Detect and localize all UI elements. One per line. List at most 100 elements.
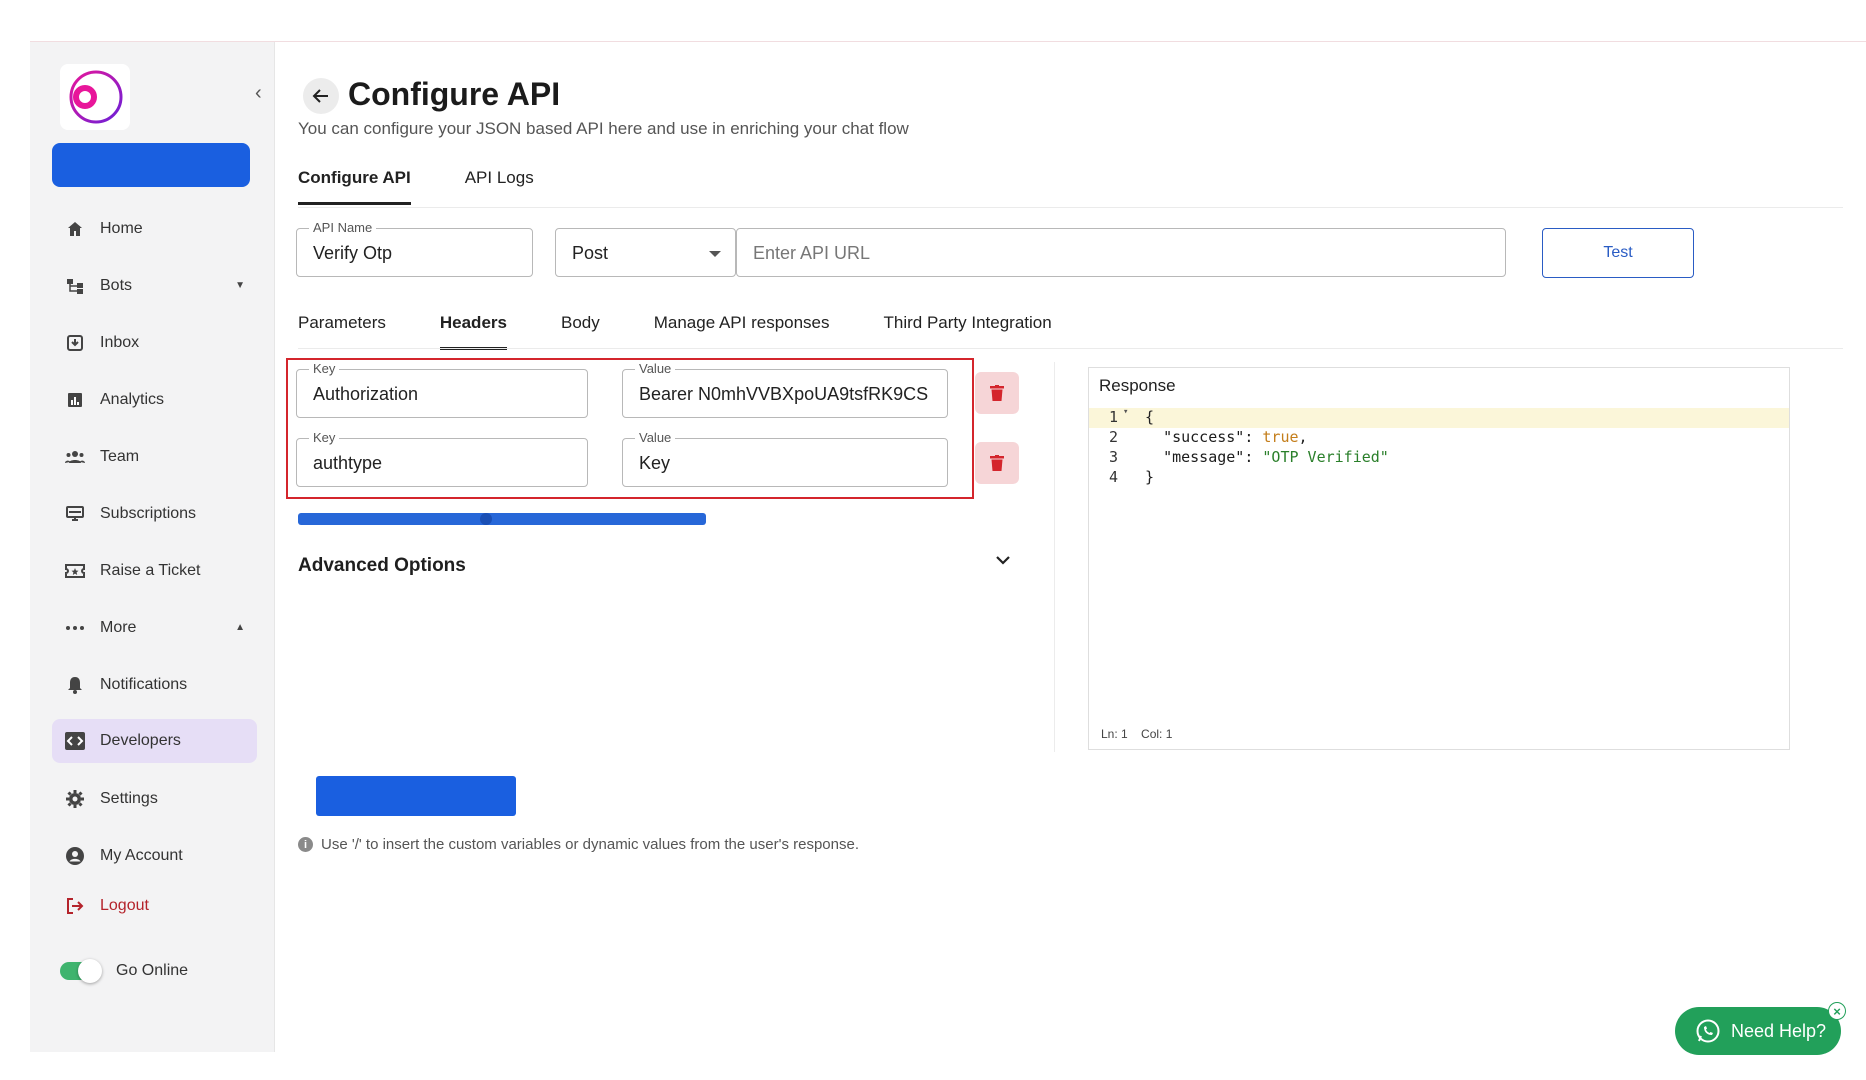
sidebar-item-notifications[interactable]: Notifications	[52, 656, 257, 713]
go-online-toggle[interactable]	[60, 959, 102, 983]
sidebar-item-analytics[interactable]: Analytics	[52, 371, 257, 428]
tab-configure-api[interactable]: Configure API	[298, 168, 411, 205]
tab-headers[interactable]: Headers	[439, 313, 507, 350]
code-text: }	[1145, 468, 1155, 486]
header-key-input[interactable]: Key Authorization	[296, 361, 588, 418]
sidebar-item-label: Team	[100, 447, 140, 465]
code-line: 3 "message": "OTP Verified"	[1089, 448, 1789, 468]
collapse-sidebar-icon[interactable]: ‹	[255, 82, 262, 105]
request-tabs: Parameters Headers Body Manage API respo…	[298, 313, 1052, 350]
app-logo[interactable]	[60, 64, 130, 130]
sidebar-item-label: Subscriptions	[100, 504, 197, 522]
chevron-down-icon[interactable]	[994, 553, 1012, 571]
panel-divider	[1054, 362, 1055, 752]
header-value-value: Key	[639, 453, 671, 473]
sidebar-item-label: Logout	[100, 897, 149, 914]
code-line: 1 ▾ {	[1089, 407, 1789, 428]
home-icon	[64, 218, 86, 240]
code-text: "message": "OTP Verified"	[1163, 448, 1389, 466]
inbox-icon	[64, 332, 86, 354]
code-icon	[64, 730, 86, 752]
sidebar-item-logout[interactable]: Logout	[52, 884, 257, 928]
sidebar-item-bots[interactable]: Bots ▼	[52, 257, 257, 314]
code-line: 2 "success": true,	[1089, 428, 1789, 448]
delete-header-button[interactable]	[975, 372, 1019, 414]
response-panel: Response 1 ▾ { 2 "success": true, 3 "mes…	[1088, 367, 1790, 750]
bell-icon	[64, 674, 86, 696]
logout-icon	[64, 895, 86, 917]
sidebar-item-my-account[interactable]: My Account	[52, 827, 257, 884]
sidebar-item-developers[interactable]: Developers	[52, 719, 257, 763]
header-value-input[interactable]: Value Bearer N0mhVVBXpoUA9tsfRK9CS	[622, 361, 948, 418]
whatsapp-icon	[1696, 1019, 1720, 1043]
workspace-button[interactable]	[52, 143, 250, 187]
tab-third-party-integration[interactable]: Third Party Integration	[884, 313, 1052, 350]
code-line: 4 }	[1089, 468, 1789, 488]
delete-header-button[interactable]	[975, 442, 1019, 484]
fold-arrow-icon[interactable]: ▾	[1123, 407, 1128, 417]
bots-icon	[64, 275, 86, 297]
sidebar-item-label: Settings	[100, 789, 158, 807]
horizontal-scrollbar[interactable]	[298, 513, 706, 525]
sidebar-item-settings[interactable]: Settings	[52, 770, 257, 827]
header-value-value: Bearer N0mhVVBXpoUA9tsfRK9CS	[639, 384, 929, 404]
sidebar-item-label: Developers	[100, 732, 181, 749]
method-select[interactable]: Post	[555, 228, 736, 277]
api-name-value: Verify Otp	[313, 243, 393, 263]
line-number: 4	[1109, 468, 1119, 486]
go-online-label: Go Online	[116, 962, 189, 979]
tabs-divider	[298, 207, 1843, 208]
tab-body[interactable]: Body	[561, 313, 600, 350]
line-number: 3	[1109, 448, 1119, 466]
sidebar-item-team[interactable]: Team	[52, 428, 257, 485]
code-text: "success": true,	[1163, 428, 1308, 446]
sidebar-item-label: Analytics	[100, 390, 165, 408]
api-url-input[interactable]: Enter API URL	[736, 228, 1506, 277]
analytics-icon	[64, 389, 86, 411]
sidebar-item-label: Home	[100, 219, 143, 237]
trash-icon	[990, 455, 1004, 471]
sidebar-item-home[interactable]: Home	[52, 200, 257, 257]
sidebar-item-label: Bots	[100, 276, 133, 294]
sidebar-item-more[interactable]: More ▲	[52, 599, 257, 656]
go-online-row: Go Online	[52, 959, 189, 983]
tab-parameters[interactable]: Parameters	[298, 313, 386, 350]
sidebar-item-label: My Account	[100, 846, 183, 864]
logo-icon	[69, 70, 123, 124]
cursor-status: Ln: 1 Col: 1	[1101, 727, 1172, 741]
more-icon	[64, 617, 86, 639]
main-tabs: Configure API API Logs	[298, 168, 534, 205]
need-help-label: Need Help?	[1731, 1020, 1827, 1041]
response-code-editor[interactable]: 1 ▾ { 2 "success": true, 3 "message": "O…	[1089, 407, 1789, 488]
team-icon	[64, 446, 86, 468]
value-label: Value	[635, 430, 676, 445]
header-key-value: authtype	[313, 453, 383, 473]
sidebar-item-subscriptions[interactable]: Subscriptions	[52, 485, 257, 542]
tab-manage-api-responses[interactable]: Manage API responses	[654, 313, 830, 350]
header-key-input[interactable]: Key authtype	[296, 430, 588, 487]
subscriptions-icon	[64, 503, 86, 525]
test-button[interactable]: Test	[1542, 228, 1694, 278]
response-title: Response	[1099, 376, 1176, 395]
save-button[interactable]	[316, 776, 516, 816]
sidebar-item-label: Raise a Ticket	[100, 561, 201, 579]
sidebar-item-label: Notifications	[100, 675, 188, 693]
dropdown-arrow-icon	[709, 251, 721, 257]
sidebar-item-raise-ticket[interactable]: Raise a Ticket	[52, 542, 257, 599]
api-name-field[interactable]: API Name Verify Otp	[296, 220, 533, 277]
status-line: Ln: 1	[1101, 727, 1128, 741]
header-value-input[interactable]: Value Key	[622, 430, 948, 487]
sidebar-item-label: More	[100, 618, 137, 636]
caret-down-icon: ▼	[235, 280, 245, 291]
advanced-options-toggle[interactable]: Advanced Options	[298, 555, 466, 577]
api-url-placeholder: Enter API URL	[753, 243, 871, 263]
json-value: true	[1262, 428, 1299, 446]
sidebar-item-inbox[interactable]: Inbox	[52, 314, 257, 371]
tab-api-logs[interactable]: API Logs	[465, 168, 534, 205]
close-help-icon[interactable]: ×	[1828, 1002, 1846, 1020]
ticket-icon	[64, 560, 86, 582]
back-button[interactable]	[303, 78, 339, 114]
line-number: 2	[1109, 428, 1119, 446]
need-help-button[interactable]: Need Help?	[1675, 1007, 1841, 1055]
page-title: Configure API	[348, 76, 561, 112]
